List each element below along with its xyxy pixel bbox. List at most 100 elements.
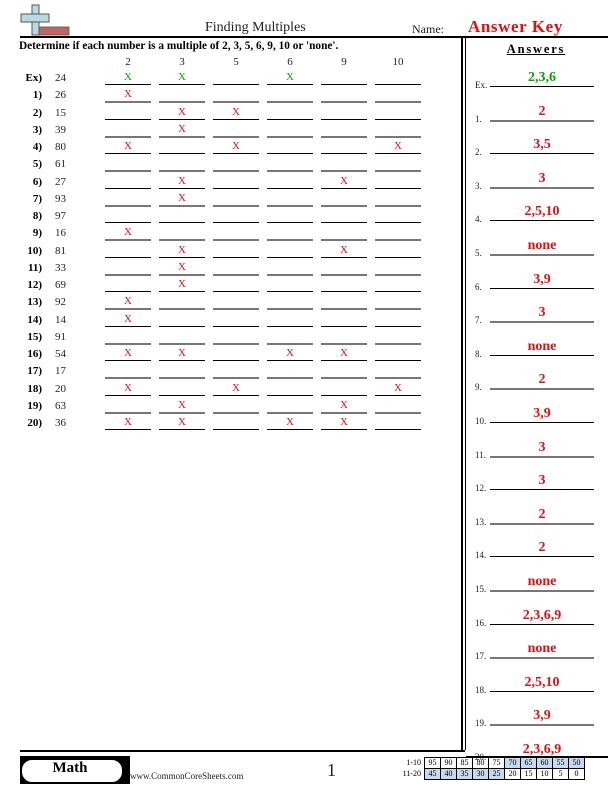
multiple-answer-blank[interactable] xyxy=(159,364,205,380)
multiple-answer-blank[interactable]: X xyxy=(159,106,205,120)
multiple-answer-blank[interactable]: X xyxy=(321,399,367,414)
multiple-answer-blank[interactable]: X xyxy=(105,416,151,430)
answer-blank[interactable]: none xyxy=(490,238,594,256)
answer-blank[interactable]: 2,3,6,9 xyxy=(490,608,594,625)
multiple-answer-blank[interactable] xyxy=(105,175,151,189)
multiple-answer-blank[interactable] xyxy=(159,157,205,173)
multiple-answer-blank[interactable] xyxy=(213,313,259,327)
multiple-answer-blank[interactable] xyxy=(267,330,313,345)
multiple-answer-blank[interactable] xyxy=(159,313,205,327)
answer-blank[interactable]: none xyxy=(490,574,594,592)
multiple-answer-blank[interactable] xyxy=(105,209,151,223)
multiple-answer-blank[interactable] xyxy=(159,295,205,311)
multiple-answer-blank[interactable] xyxy=(159,226,205,242)
answer-blank[interactable]: 3 xyxy=(490,473,594,491)
multiple-answer-blank[interactable] xyxy=(375,123,421,138)
multiple-answer-blank[interactable] xyxy=(213,175,259,189)
multiple-answer-blank[interactable] xyxy=(375,364,421,380)
multiple-answer-blank[interactable] xyxy=(267,364,313,380)
answer-blank[interactable]: 3,9 xyxy=(490,708,594,727)
multiple-answer-blank[interactable] xyxy=(267,123,313,138)
multiple-answer-blank[interactable] xyxy=(105,123,151,138)
multiple-answer-blank[interactable] xyxy=(375,209,421,223)
multiple-answer-blank[interactable] xyxy=(321,261,367,276)
answer-blank[interactable]: 3 xyxy=(490,171,594,189)
multiple-answer-blank[interactable] xyxy=(267,313,313,327)
multiple-answer-blank[interactable] xyxy=(321,313,367,327)
multiple-answer-blank[interactable] xyxy=(267,192,313,207)
multiple-answer-blank[interactable]: X xyxy=(267,71,313,85)
answer-blank[interactable]: 2 xyxy=(490,507,594,525)
multiple-answer-blank[interactable] xyxy=(213,416,259,430)
multiple-answer-blank[interactable] xyxy=(213,209,259,223)
multiple-answer-blank[interactable] xyxy=(375,347,421,361)
multiple-answer-blank[interactable] xyxy=(105,157,151,173)
multiple-answer-blank[interactable]: X xyxy=(321,175,367,189)
answer-blank[interactable]: 3 xyxy=(490,440,594,458)
multiple-answer-blank[interactable] xyxy=(213,347,259,361)
multiple-answer-blank[interactable] xyxy=(159,382,205,396)
multiple-answer-blank[interactable]: X xyxy=(159,347,205,361)
multiple-answer-blank[interactable] xyxy=(159,140,205,154)
multiple-answer-blank[interactable] xyxy=(321,209,367,223)
answer-blank[interactable]: 2,5,10 xyxy=(490,675,594,692)
multiple-answer-blank[interactable]: X xyxy=(213,106,259,120)
multiple-answer-blank[interactable] xyxy=(321,123,367,138)
multiple-answer-blank[interactable] xyxy=(105,244,151,258)
multiple-answer-blank[interactable]: X xyxy=(159,416,205,430)
multiple-answer-blank[interactable] xyxy=(267,140,313,154)
multiple-answer-blank[interactable]: X xyxy=(159,261,205,276)
multiple-answer-blank[interactable] xyxy=(267,278,313,292)
multiple-answer-blank[interactable]: X xyxy=(213,140,259,154)
multiple-answer-blank[interactable] xyxy=(321,226,367,242)
multiple-answer-blank[interactable] xyxy=(213,244,259,258)
multiple-answer-blank[interactable] xyxy=(213,88,259,104)
multiple-answer-blank[interactable] xyxy=(375,295,421,311)
multiple-answer-blank[interactable] xyxy=(267,295,313,311)
multiple-answer-blank[interactable]: X xyxy=(321,244,367,258)
multiple-answer-blank[interactable] xyxy=(159,330,205,345)
multiple-answer-blank[interactable] xyxy=(105,399,151,414)
multiple-answer-blank[interactable] xyxy=(375,244,421,258)
multiple-answer-blank[interactable] xyxy=(321,278,367,292)
multiple-answer-blank[interactable] xyxy=(213,364,259,380)
multiple-answer-blank[interactable]: X xyxy=(159,278,205,292)
multiple-answer-blank[interactable] xyxy=(213,226,259,242)
multiple-answer-blank[interactable]: X xyxy=(159,123,205,138)
multiple-answer-blank[interactable] xyxy=(321,364,367,380)
multiple-answer-blank[interactable] xyxy=(267,226,313,242)
answer-blank[interactable]: 3,9 xyxy=(490,406,594,423)
multiple-answer-blank[interactable] xyxy=(321,295,367,311)
answer-blank[interactable]: 3 xyxy=(490,305,594,324)
answer-blank[interactable]: 2 xyxy=(490,540,594,558)
multiple-answer-blank[interactable] xyxy=(267,175,313,189)
multiple-answer-blank[interactable] xyxy=(159,88,205,104)
multiple-answer-blank[interactable] xyxy=(267,261,313,276)
multiple-answer-blank[interactable] xyxy=(159,209,205,223)
multiple-answer-blank[interactable] xyxy=(321,192,367,207)
multiple-answer-blank[interactable] xyxy=(213,123,259,138)
multiple-answer-blank[interactable] xyxy=(105,330,151,345)
multiple-answer-blank[interactable]: X xyxy=(105,347,151,361)
multiple-answer-blank[interactable] xyxy=(321,382,367,396)
multiple-answer-blank[interactable]: X xyxy=(159,71,205,85)
multiple-answer-blank[interactable] xyxy=(375,313,421,327)
multiple-answer-blank[interactable] xyxy=(213,278,259,292)
multiple-answer-blank[interactable]: X xyxy=(105,226,151,242)
multiple-answer-blank[interactable] xyxy=(321,330,367,345)
multiple-answer-blank[interactable]: X xyxy=(375,140,421,154)
multiple-answer-blank[interactable] xyxy=(213,71,259,85)
multiple-answer-blank[interactable] xyxy=(267,382,313,396)
multiple-answer-blank[interactable] xyxy=(105,261,151,276)
multiple-answer-blank[interactable] xyxy=(321,140,367,154)
multiple-answer-blank[interactable]: X xyxy=(159,399,205,414)
multiple-answer-blank[interactable] xyxy=(267,244,313,258)
multiple-answer-blank[interactable]: X xyxy=(267,347,313,361)
multiple-answer-blank[interactable] xyxy=(213,330,259,345)
multiple-answer-blank[interactable] xyxy=(213,295,259,311)
multiple-answer-blank[interactable] xyxy=(375,416,421,430)
multiple-answer-blank[interactable] xyxy=(375,226,421,242)
multiple-answer-blank[interactable]: X xyxy=(105,71,151,85)
multiple-answer-blank[interactable]: X xyxy=(213,382,259,396)
multiple-answer-blank[interactable] xyxy=(375,192,421,207)
